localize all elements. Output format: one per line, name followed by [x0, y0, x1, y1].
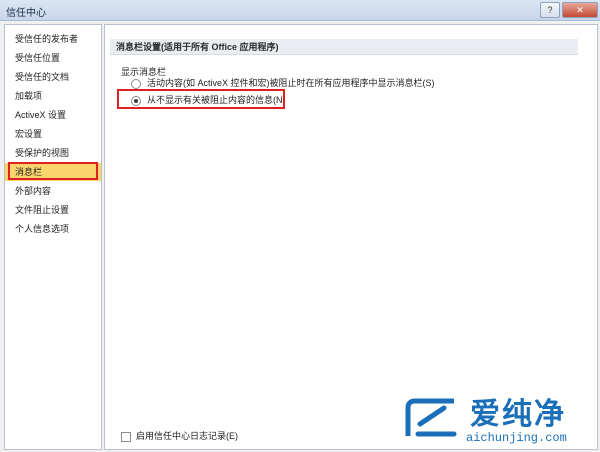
radio-show-message-bar[interactable]: 活动内容(如 ActiveX 控件和宏)被阻止时在所有应用程序中显示消息栏(S) [131, 76, 435, 90]
sidebar-item-protected-view[interactable]: 受保护的视图 [5, 144, 101, 162]
highlight-box [117, 89, 285, 109]
main-content: 消息栏设置(适用于所有 Office 应用程序) 显示消息栏 活动内容(如 Ac… [104, 24, 598, 450]
sidebar-item-external-content[interactable]: 外部内容 [5, 182, 101, 200]
close-button[interactable]: ✕ [562, 2, 598, 18]
checkbox-enable-logging[interactable]: 启用信任中心日志记录(E) [121, 429, 238, 443]
sidebar-item-macro-settings[interactable]: 宏设置 [5, 125, 101, 143]
checkbox-label: 启用信任中心日志记录(E) [136, 431, 238, 441]
help-button[interactable]: ? [540, 2, 560, 18]
checkbox-unchecked-icon[interactable] [121, 431, 131, 442]
window-title: 信任中心 [6, 8, 46, 19]
radio-button-unchecked-icon[interactable] [131, 78, 141, 89]
watermark-logo-icon [405, 398, 457, 437]
sidebar-item-privacy-options[interactable]: 个人信息选项 [5, 220, 101, 238]
sidebar-item-activex-settings[interactable]: ActiveX 设置 [5, 106, 101, 124]
sidebar-item-trusted-documents[interactable]: 受信任的文档 [5, 68, 101, 86]
sidebar-item-trusted-publishers[interactable]: 受信任的发布者 [5, 30, 101, 48]
sidebar-item-file-block-settings[interactable]: 文件阻止设置 [5, 201, 101, 219]
sidebar: 受信任的发布者 受信任位置 受信任的文档 加载项 ActiveX 设置 宏设置 … [4, 24, 102, 450]
section-header: 消息栏设置(适用于所有 Office 应用程序) [110, 39, 578, 55]
watermark-brand: 爱纯净 [470, 398, 566, 431]
watermark-url: aichunjing.com [466, 431, 567, 445]
title-bar: 信任中心 ? ✕ [0, 0, 600, 21]
radio-label: 活动内容(如 ActiveX 控件和宏)被阻止时在所有应用程序中显示消息栏(S) [147, 78, 435, 88]
sidebar-item-add-ins[interactable]: 加载项 [5, 87, 101, 105]
sidebar-item-trusted-locations[interactable]: 受信任位置 [5, 49, 101, 67]
selection-highlight-box [8, 162, 98, 180]
